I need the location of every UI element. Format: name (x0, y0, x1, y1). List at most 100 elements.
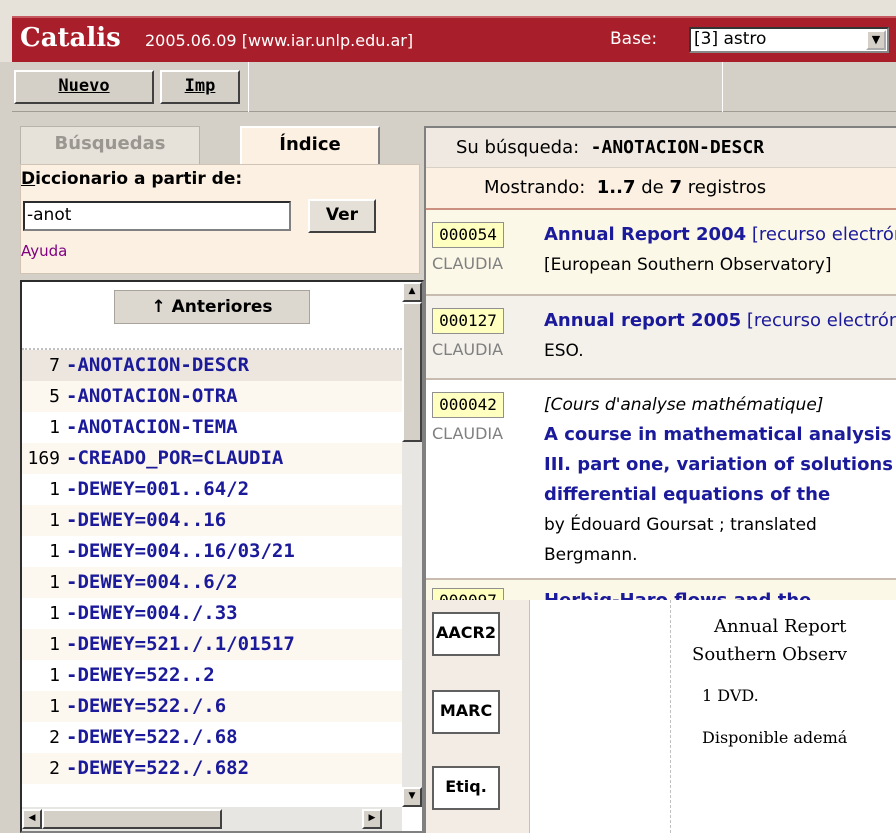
index-item-count: 169 (27, 448, 60, 469)
dictionary-panel: Diccionario a partir de: -anot Ver Ayuda (20, 164, 420, 274)
marc-button-label: MARC (439, 701, 493, 720)
index-item-term[interactable]: -DEWEY=522./.6 (66, 695, 226, 717)
marc-button[interactable]: MARC (432, 690, 500, 734)
index-item[interactable]: 1 -DEWEY=004..16 (22, 505, 402, 536)
showing-row: Mostrando: 1..7 de 7 registros (426, 168, 896, 210)
index-item[interactable]: 1 -DEWEY=521./.1/01517 (22, 629, 402, 660)
index-item[interactable]: 1 -DEWEY=001..64/2 (22, 474, 402, 505)
horizontal-scrollbar[interactable]: ◀ ▶ (22, 807, 402, 831)
result-record[interactable]: 000054 CLAUDIA Annual Report 2004 [recur… (426, 210, 896, 296)
format-buttons: AACR2 MARC Etiq. (426, 600, 530, 833)
app-name: Catalis (20, 23, 121, 53)
index-item[interactable]: 5 -ANOTACION-OTRA (22, 381, 402, 412)
index-item-term[interactable]: -CREADO_POR=CLAUDIA (66, 447, 283, 469)
header-bar: Catalis 2005.06.09 [www.iar.unlp.edu.ar]… (12, 16, 896, 62)
index-item-term[interactable]: -DEWEY=522..2 (66, 664, 215, 686)
record-user: CLAUDIA (432, 340, 504, 359)
record-line: by Édouard Goursat ; translated (544, 515, 817, 535)
preview-line: Disponible ademá (702, 728, 848, 747)
record-title-line[interactable]: A course in mathematical analysis (544, 420, 893, 450)
index-item-term[interactable]: -DEWEY=522./.68 (66, 726, 238, 748)
index-item-term[interactable]: -DEWEY=004..16/03/21 (66, 540, 295, 562)
index-item[interactable]: 1 -ANOTACION-TEMA (22, 412, 402, 443)
record-text: Annual Report 2004 [recurso electrónico]… (544, 220, 896, 280)
record-title-rest: [recurso electrónico] (751, 224, 896, 245)
record-title-line[interactable]: differential equations of the (544, 480, 893, 510)
index-item[interactable]: 1 -DEWEY=522./.6 (22, 691, 402, 722)
index-item-term[interactable]: -DEWEY=004./.33 (66, 602, 238, 624)
index-item[interactable]: 1 -DEWEY=522..2 (22, 660, 402, 691)
base-select-value: [3] astro (694, 29, 767, 49)
record-line: [European Southern Observatory] (544, 255, 832, 275)
record-text: [Cours d'analyse mathématique] A course … (544, 390, 893, 570)
index-item[interactable]: 2 -DEWEY=522./.68 (22, 722, 402, 753)
new-button[interactable]: Nuevo (14, 70, 154, 104)
showing-suffix: registros (687, 177, 767, 198)
index-item[interactable]: 169 -CREADO_POR=CLAUDIA (22, 443, 402, 474)
record-id[interactable]: 000127 (432, 308, 504, 334)
record-title[interactable]: Annual Report 2004 [recurso electrónico] (544, 220, 896, 250)
query-label: Su búsqueda: (456, 137, 580, 158)
scroll-down-icon[interactable]: ▼ (402, 787, 422, 807)
scroll-thumb[interactable] (402, 302, 422, 442)
result-record[interactable]: 000042 CLAUDIA [Cours d'analyse mathémat… (426, 380, 896, 580)
print-button[interactable]: Imp (160, 70, 240, 104)
index-item-term[interactable]: -ANOTACION-OTRA (66, 385, 238, 407)
index-item-term[interactable]: -DEWEY=004..6/2 (66, 571, 238, 593)
result-record[interactable]: 000097 Herbig-Haro flows and the (426, 580, 896, 600)
index-item-count: 1 (49, 510, 60, 531)
index-item-term[interactable]: -DEWEY=001..64/2 (66, 478, 249, 500)
record-user: CLAUDIA (432, 424, 504, 443)
label-button[interactable]: Etiq. (432, 766, 500, 810)
showing-label: Mostrando: (484, 177, 586, 198)
index-item-term[interactable]: -ANOTACION-TEMA (66, 416, 238, 438)
index-item-count: 1 (49, 603, 60, 624)
record-display-panel: AACR2 MARC Etiq. Annual Report Southern … (424, 600, 896, 833)
index-item-term[interactable]: -DEWEY=004..16 (66, 509, 226, 531)
record-user: CLAUDIA (432, 254, 504, 273)
toolbar-divider (248, 62, 249, 112)
index-item-term[interactable]: -ANOTACION-DESCR (66, 354, 249, 376)
title-bar: Catalis 2005.06.09 [www.iar.unlp.edu.ar]… (0, 0, 896, 62)
result-record[interactable]: 000127 CLAUDIA Annual report 2005 [recur… (426, 296, 896, 380)
index-item[interactable]: 1 -DEWEY=004./.33 (22, 598, 402, 629)
aacr2-button-label: AACR2 (436, 623, 496, 642)
help-link[interactable]: Ayuda (21, 242, 67, 260)
record-id[interactable]: 000054 (432, 222, 504, 248)
index-item[interactable]: 1 -DEWEY=004..6/2 (22, 567, 402, 598)
scroll-thumb-horizontal[interactable] (42, 809, 222, 829)
index-list: ↑ Anteriores 7 -ANOTACION-DESCR 5 -ANOTACIO… (20, 280, 424, 833)
dictionary-input[interactable]: -anot (23, 201, 291, 231)
scroll-left-icon[interactable]: ◀ (22, 809, 42, 829)
tab-index[interactable]: Índice (240, 126, 380, 166)
scroll-up-icon[interactable]: ▲ (402, 282, 422, 302)
record-title-line[interactable]: III. part one, variation of solutions (544, 450, 893, 480)
index-item[interactable]: 2 -DEWEY=522./.682 (22, 753, 402, 784)
previous-button[interactable]: ↑ Anteriores (114, 290, 310, 324)
base-label: Base: (610, 29, 658, 49)
preview-line: Annual Report (714, 616, 847, 637)
record-id[interactable]: 000042 (432, 392, 504, 418)
record-id[interactable]: 000097 (432, 588, 504, 600)
base-select[interactable]: [3] astro ▼ (689, 27, 889, 53)
index-item-count: 5 (49, 386, 60, 407)
scroll-right-icon[interactable]: ▶ (362, 809, 382, 829)
record-title[interactable]: Annual report 2005 [recurso electrónico] (544, 306, 896, 336)
index-item[interactable]: 1 -DEWEY=004..16/03/21 (22, 536, 402, 567)
record-preview: Annual Report Southern Observ 1 DVD. Dis… (530, 600, 896, 833)
showing-range: 1..7 (596, 177, 636, 198)
dictionary-label: Diccionario a partir de: (21, 169, 243, 189)
chevron-down-icon[interactable]: ▼ (866, 30, 886, 50)
index-item-term[interactable]: -DEWEY=522./.682 (66, 757, 249, 779)
index-item-term[interactable]: -DEWEY=521./.1/01517 (66, 633, 295, 655)
index-item-count: 1 (49, 572, 60, 593)
record-title[interactable]: Herbig-Haro flows and the (544, 586, 811, 600)
vertical-scrollbar[interactable]: ▲ ▼ (402, 282, 422, 807)
see-button[interactable]: Ver (308, 199, 376, 233)
aacr2-button[interactable]: AACR2 (432, 612, 500, 656)
record-line: Bergmann. (544, 545, 638, 565)
index-item[interactable]: 7 -ANOTACION-DESCR (22, 350, 402, 381)
tab-search[interactable]: Búsquedas (20, 126, 200, 164)
index-item-count: 1 (49, 634, 60, 655)
record-text: Herbig-Haro flows and the (544, 586, 811, 600)
